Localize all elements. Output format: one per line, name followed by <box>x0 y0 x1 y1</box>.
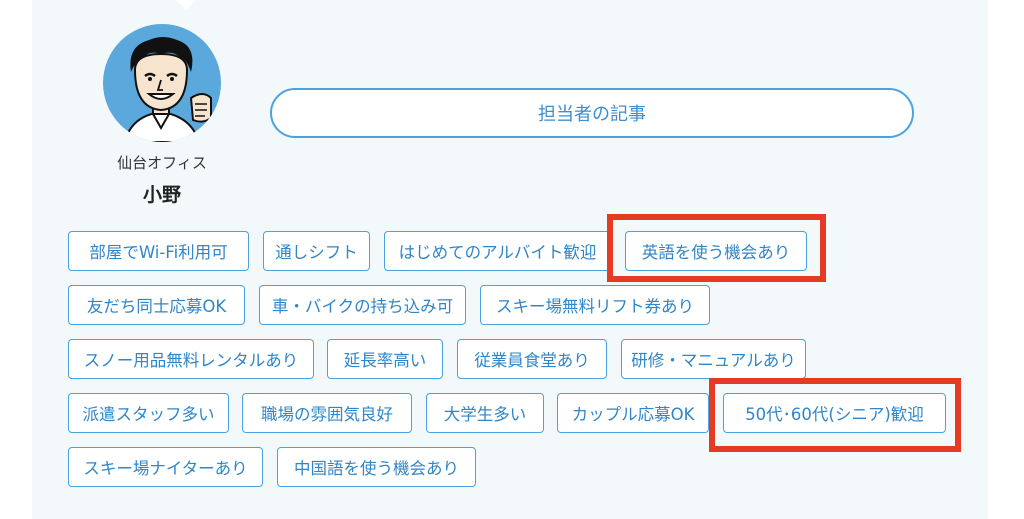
tag-first-time-welcome[interactable]: はじめてのアルバイト歓迎 <box>384 231 611 271</box>
tag-snow-gear-rental[interactable]: スノー用品無料レンタルあり <box>68 339 314 379</box>
staff-office: 仙台オフィス <box>117 154 207 172</box>
tag-friends-apply[interactable]: 友だち同士応募OK <box>68 285 245 325</box>
panel-pointer <box>176 0 196 10</box>
staff-name: 小野 <box>142 184 181 206</box>
tag-high-extension-rate[interactable]: 延長率高い <box>327 339 443 379</box>
tag-training-manual[interactable]: 研修・マニュアルあり <box>621 339 806 379</box>
tag-chinese-usage[interactable]: 中国語を使う機会あり <box>277 447 476 487</box>
tag-staff-cafeteria[interactable]: 従業員食堂あり <box>457 339 607 379</box>
highlight-english-tag <box>607 214 826 282</box>
tag-many-dispatch-staff[interactable]: 派遣スタッフ多い <box>68 393 229 433</box>
staff-avatar <box>103 24 221 142</box>
tag-wifi[interactable]: 部屋でWi-Fi利用可 <box>68 231 249 271</box>
tag-many-students[interactable]: 大学生多い <box>426 393 544 433</box>
tag-good-atmosphere[interactable]: 職場の雰囲気良好 <box>242 393 412 433</box>
tag-full-shift[interactable]: 通しシフト <box>263 231 370 271</box>
tag-ski-lift-ticket[interactable]: スキー場無料リフト券あり <box>480 285 710 325</box>
tag-ski-night[interactable]: スキー場ナイターあり <box>68 447 263 487</box>
highlight-senior-tag <box>709 378 961 452</box>
tag-couple-apply[interactable]: カップル応募OK <box>557 393 709 433</box>
tag-car-bike-allowed[interactable]: 車・バイクの持ち込み可 <box>259 285 466 325</box>
staff-portrait-illustration <box>123 37 212 142</box>
staff-articles-button[interactable]: 担当者の記事 <box>270 88 914 138</box>
